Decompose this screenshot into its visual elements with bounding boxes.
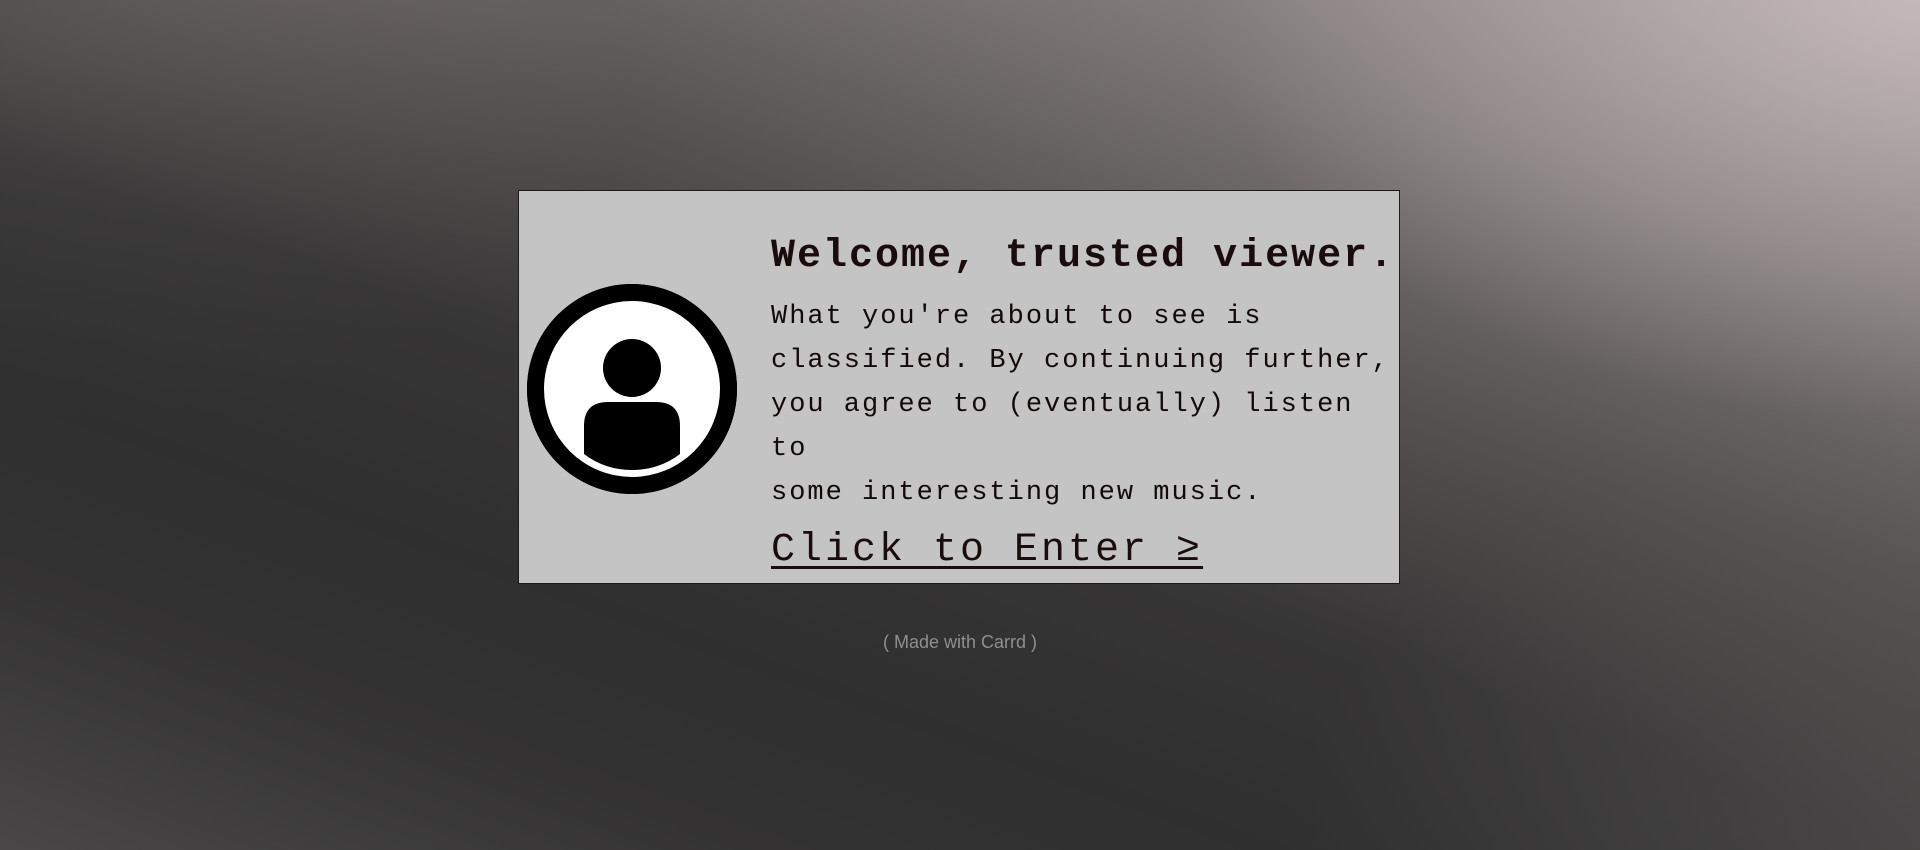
welcome-title: Welcome, trusted viewer. — [771, 234, 1396, 279]
welcome-message: What you're about to see is classified. … — [771, 302, 1390, 508]
welcome-card: Welcome, trusted viewer. What you're abo… — [518, 190, 1400, 584]
user-avatar-icon — [527, 284, 737, 494]
footer: ( Made with Carrd ) — [0, 632, 1920, 653]
enter-link[interactable]: Click to Enter ≥ — [771, 527, 1203, 575]
made-with-carrd-link[interactable]: ( Made with Carrd ) — [883, 632, 1037, 652]
welcome-content: Welcome, trusted viewer. What you're abo… — [771, 231, 1396, 575]
